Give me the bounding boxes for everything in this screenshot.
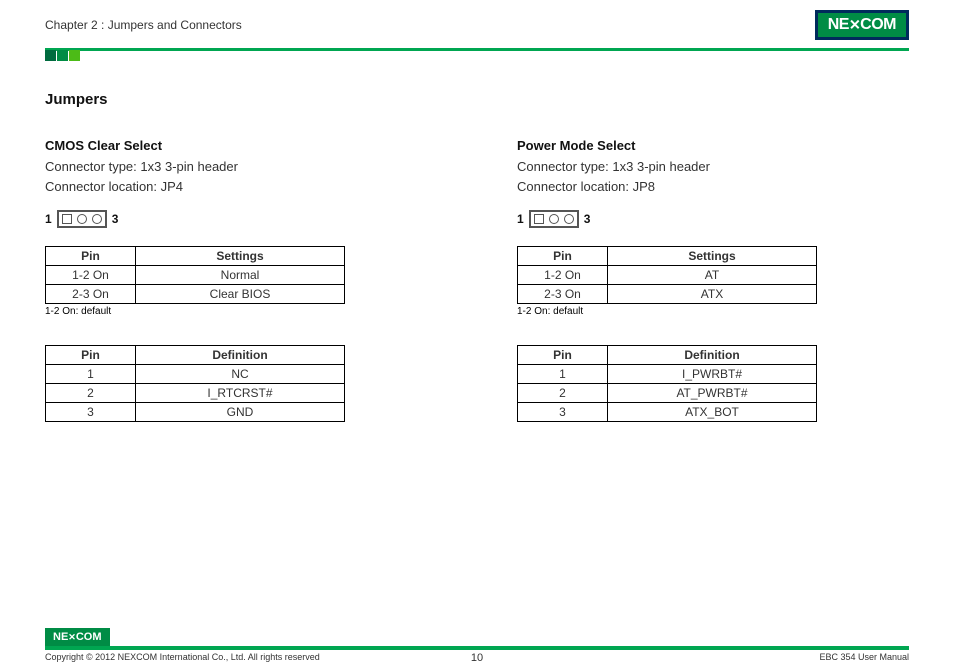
pin-3-label: 3 (584, 212, 591, 226)
col-pin: Pin (518, 346, 608, 365)
col-definition: Definition (136, 346, 345, 365)
cmos-conn-loc: Connector location: JP4 (45, 177, 437, 197)
pin-square-icon (62, 214, 72, 224)
cmos-connector-diagram: 1 3 (45, 210, 437, 228)
cmos-definition-table: Pin Definition 1 NC 2 I_RTCRST# 3 GND (45, 345, 345, 422)
col-definition: Definition (608, 346, 817, 365)
decorative-squares (45, 50, 954, 61)
pin-circle-icon (92, 214, 102, 224)
cmos-settings-table: Pin Settings 1-2 On Normal 2-3 On Clear … (45, 246, 345, 304)
nexcom-logo: NE✕COM (815, 10, 909, 40)
cmos-clear-section: CMOS Clear Select Connector type: 1x3 3-… (45, 138, 437, 422)
col-settings: Settings (608, 247, 817, 266)
table-row: 1-2 On Normal (46, 266, 345, 285)
pin-circle-icon (564, 214, 574, 224)
cmos-conn-type: Connector type: 1x3 3-pin header (45, 157, 437, 177)
table-header-row: Pin Definition (46, 346, 345, 365)
pin-circle-icon (549, 214, 559, 224)
pin-1-label: 1 (45, 212, 52, 226)
page-header: Chapter 2 : Jumpers and Connectors NE✕CO… (0, 0, 954, 40)
pin-square-icon (534, 214, 544, 224)
pin-3-label: 3 (112, 212, 119, 226)
footer-row: Copyright © 2012 NEXCOM International Co… (45, 652, 909, 662)
table-row: 2 I_RTCRST# (46, 384, 345, 403)
col-pin: Pin (518, 247, 608, 266)
page-footer: NE✕COM Copyright © 2012 NEXCOM Internati… (0, 627, 954, 662)
col-settings: Settings (136, 247, 345, 266)
header-icon (529, 210, 579, 228)
pin-circle-icon (77, 214, 87, 224)
header-icon (57, 210, 107, 228)
pin-1-label: 1 (517, 212, 524, 226)
table-header-row: Pin Settings (46, 247, 345, 266)
power-conn-type: Connector type: 1x3 3-pin header (517, 157, 909, 177)
cmos-note: 1-2 On: default (45, 306, 437, 317)
table-row: 2 AT_PWRBT# (518, 384, 817, 403)
power-conn-loc: Connector location: JP8 (517, 177, 909, 197)
table-header-row: Pin Definition (518, 346, 817, 365)
table-row: 3 ATX_BOT (518, 403, 817, 422)
table-row: 3 GND (46, 403, 345, 422)
main-content: CMOS Clear Select Connector type: 1x3 3-… (0, 108, 954, 422)
power-note: 1-2 On: default (517, 306, 909, 317)
power-connector-diagram: 1 3 (517, 210, 909, 228)
page-number: 10 (471, 652, 483, 664)
section-heading: Jumpers (45, 91, 909, 108)
power-settings-table: Pin Settings 1-2 On AT 2-3 On ATX (517, 246, 817, 304)
table-row: 2-3 On Clear BIOS (46, 285, 345, 304)
copyright-text: Copyright © 2012 NEXCOM International Co… (45, 652, 320, 662)
power-mode-section: Power Mode Select Connector type: 1x3 3-… (517, 138, 909, 422)
table-header-row: Pin Settings (518, 247, 817, 266)
table-row: 2-3 On ATX (518, 285, 817, 304)
table-row: 1-2 On AT (518, 266, 817, 285)
power-title: Power Mode Select (517, 138, 909, 153)
col-pin: Pin (46, 346, 136, 365)
table-row: 1 NC (46, 365, 345, 384)
chapter-title: Chapter 2 : Jumpers and Connectors (45, 18, 242, 32)
power-definition-table: Pin Definition 1 I_PWRBT# 2 AT_PWRBT# 3 … (517, 345, 817, 422)
col-pin: Pin (46, 247, 136, 266)
footer-rule (45, 646, 909, 650)
doc-title: EBC 354 User Manual (819, 652, 909, 662)
footer-logo: NE✕COM (45, 628, 110, 646)
table-row: 1 I_PWRBT# (518, 365, 817, 384)
cmos-title: CMOS Clear Select (45, 138, 437, 153)
